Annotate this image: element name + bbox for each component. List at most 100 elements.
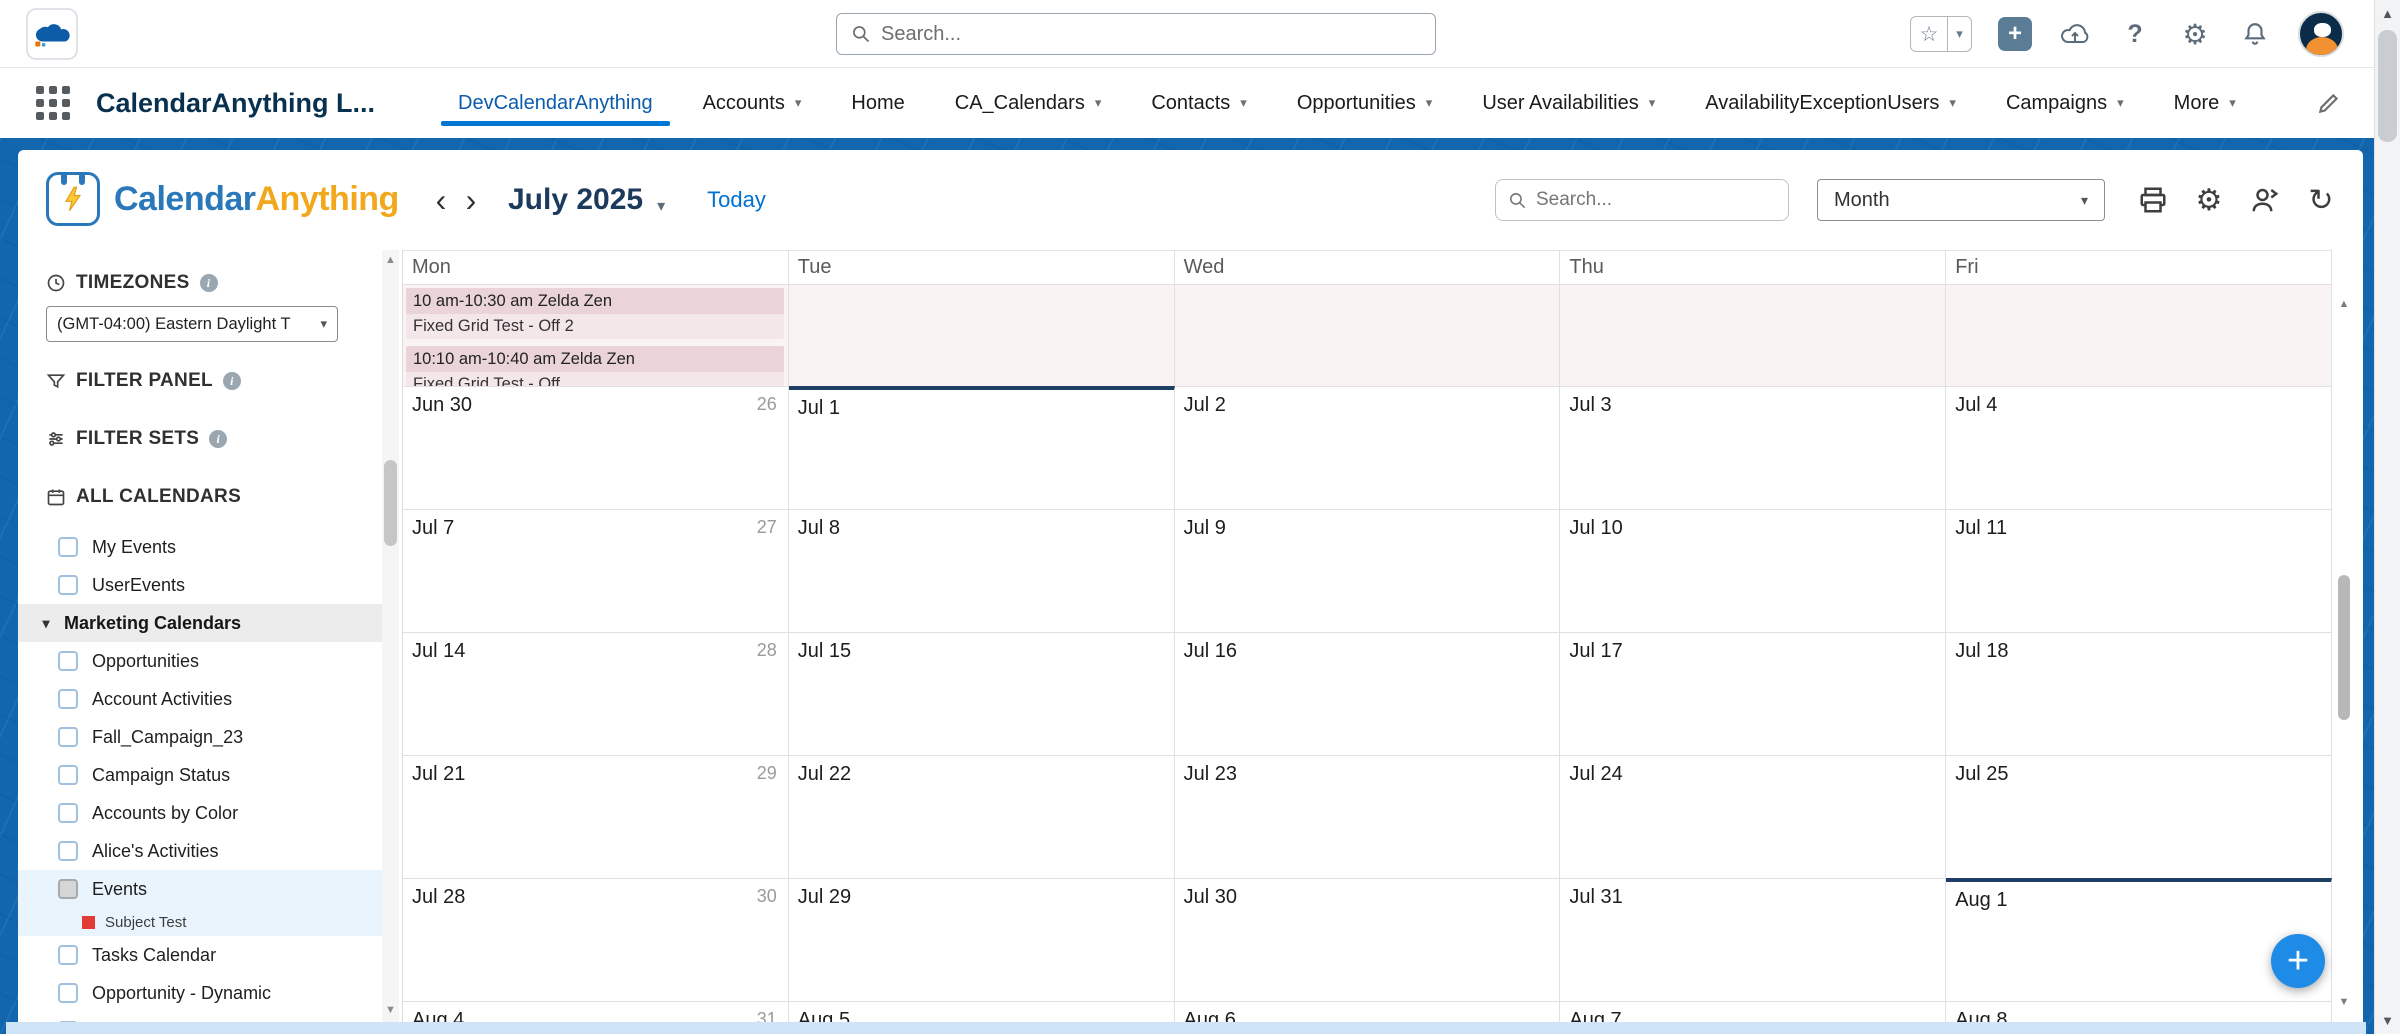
- day-cell[interactable]: Aug 6: [1175, 1001, 1561, 1022]
- upload-cloud-icon[interactable]: [2058, 17, 2092, 51]
- filter-panel-header[interactable]: FILTER PANEL i: [18, 364, 396, 398]
- tab-contacts[interactable]: Contacts▾: [1126, 68, 1271, 138]
- day-cell[interactable]: Jul 2830: [403, 878, 789, 1001]
- edit-nav-pencil-icon[interactable]: [2316, 68, 2342, 138]
- checkbox[interactable]: [58, 727, 78, 747]
- chevron-down-icon[interactable]: ▾: [1949, 95, 1956, 111]
- calendar-item-opportunity-dynamic[interactable]: Opportunity - Dynamic: [18, 974, 396, 1012]
- calendar-scrollbar[interactable]: ▲ ▼: [2336, 298, 2352, 1008]
- info-icon[interactable]: i: [209, 430, 227, 448]
- browser-scrollbar-thumb[interactable]: [2378, 30, 2397, 142]
- calendar-item-events[interactable]: Events: [18, 870, 396, 908]
- checkbox[interactable]: [58, 803, 78, 823]
- checkbox[interactable]: [58, 841, 78, 861]
- day-cell[interactable]: Jun 3026: [403, 386, 789, 509]
- day-cell[interactable]: Jul 3: [1560, 386, 1946, 509]
- day-cell[interactable]: Jul 2: [1175, 386, 1561, 509]
- checkbox[interactable]: [58, 537, 78, 557]
- day-cell[interactable]: Jul 15: [789, 632, 1175, 755]
- chevron-down-icon[interactable]: ▾: [795, 95, 802, 111]
- day-cell[interactable]: Aug 431: [403, 1001, 789, 1022]
- checkbox[interactable]: [58, 651, 78, 671]
- scroll-down-arrow-icon[interactable]: ▼: [2336, 996, 2352, 1008]
- calendar-scrollbar-thumb[interactable]: [2338, 575, 2350, 720]
- scroll-down-arrow-icon[interactable]: ▼: [382, 1004, 399, 1016]
- day-cell[interactable]: Jul 17: [1560, 632, 1946, 755]
- calendar-item-userevents[interactable]: UserEvents: [18, 566, 396, 604]
- info-icon[interactable]: i: [200, 274, 218, 292]
- filter-sets-header[interactable]: FILTER SETS i: [18, 422, 396, 456]
- setup-gear-icon[interactable]: ⚙: [2178, 17, 2212, 51]
- day-cell[interactable]: Jul 31: [1560, 878, 1946, 1001]
- app-launcher-waffle-icon[interactable]: [36, 86, 70, 120]
- tab-home[interactable]: Home: [826, 68, 929, 138]
- calendar-group-marketing-calendars[interactable]: ▾Marketing Calendars: [18, 604, 396, 642]
- tab-campaigns[interactable]: Campaigns▾: [1981, 68, 2149, 138]
- day-cell[interactable]: Jul 8: [789, 509, 1175, 632]
- next-month-button[interactable]: ›: [456, 185, 486, 215]
- day-cell[interactable]: Aug 8: [1946, 1001, 2332, 1022]
- checkbox[interactable]: [58, 689, 78, 709]
- all-calendars-header[interactable]: ALL CALENDARS: [18, 480, 396, 514]
- tab-accounts[interactable]: Accounts▾: [678, 68, 827, 138]
- calendar-item-account-activities[interactable]: Account Activities: [18, 680, 396, 718]
- current-month-label[interactable]: July 2025: [508, 183, 643, 217]
- calendar-item-my-events[interactable]: My Events: [18, 528, 396, 566]
- chevron-down-icon[interactable]: ▾: [1649, 95, 1656, 111]
- day-cell[interactable]: Aug 7: [1560, 1001, 1946, 1022]
- calendar-search[interactable]: [1495, 179, 1789, 221]
- day-cell[interactable]: Jul 10: [1560, 509, 1946, 632]
- calendar-item-alices-activities[interactable]: Alice's Activities: [18, 832, 396, 870]
- salesforce-logo[interactable]: [26, 8, 78, 60]
- day-cell-month-start[interactable]: Aug 1: [1946, 878, 2332, 1001]
- day-cell[interactable]: Jul 727: [403, 509, 789, 632]
- tab-user-availabilities[interactable]: User Availabilities▾: [1457, 68, 1680, 138]
- chevron-down-icon[interactable]: ▾: [2117, 95, 2124, 111]
- scroll-down-arrow-icon[interactable]: ▼: [2375, 1013, 2400, 1028]
- day-cell[interactable]: Jul 9: [1175, 509, 1561, 632]
- checkbox-partial[interactable]: [58, 879, 78, 899]
- chevron-down-icon[interactable]: ▾: [1240, 95, 1247, 111]
- scroll-up-arrow-icon[interactable]: ▲: [2336, 298, 2352, 310]
- calendar-search-input[interactable]: [1536, 189, 1776, 211]
- day-cell[interactable]: Jul 29: [789, 878, 1175, 1001]
- global-search[interactable]: [836, 13, 1436, 55]
- chevron-down-icon[interactable]: ▾: [2229, 95, 2236, 111]
- day-cell[interactable]: Jul 4: [1946, 386, 2332, 509]
- calendar-event[interactable]: 10 am-10:30 am Zelda Zen Fixed Grid Test…: [406, 288, 784, 339]
- day-cell[interactable]: Jul 16: [1175, 632, 1561, 755]
- refresh-icon[interactable]: ↻: [2303, 182, 2339, 218]
- global-search-input[interactable]: [881, 23, 1421, 46]
- print-icon[interactable]: [2135, 182, 2171, 218]
- today-button[interactable]: Today: [707, 187, 766, 213]
- browser-scrollbar[interactable]: ▲ ▼: [2374, 0, 2400, 1034]
- settings-gear-icon[interactable]: ⚙: [2191, 182, 2227, 218]
- scroll-up-arrow-icon[interactable]: ▲: [382, 254, 399, 266]
- share-user-icon[interactable]: [2247, 182, 2283, 218]
- checkbox[interactable]: [58, 575, 78, 595]
- user-avatar[interactable]: [2298, 11, 2344, 57]
- calendar-item-opportunities[interactable]: Opportunities: [18, 642, 396, 680]
- day-cell[interactable]: Aug 5: [789, 1001, 1175, 1022]
- favorites-star-icon[interactable]: ☆: [1911, 22, 1947, 47]
- help-icon[interactable]: ?: [2118, 17, 2152, 51]
- prev-month-button[interactable]: ‹: [426, 185, 456, 215]
- tab-more[interactable]: More▾: [2149, 68, 2261, 138]
- tab-ca-calendars[interactable]: CA_Calendars▾: [930, 68, 1127, 138]
- calendar-item-campaign-status[interactable]: Campaign Status: [18, 756, 396, 794]
- sidebar-scrollbar-thumb[interactable]: [384, 460, 397, 546]
- day-cell[interactable]: Jul 1428: [403, 632, 789, 755]
- month-caret-icon[interactable]: ▾: [657, 196, 665, 216]
- timezone-select[interactable]: (GMT-04:00) Eastern Daylight T ▾: [46, 306, 338, 342]
- calendar-item-partial[interactable]: [18, 1012, 396, 1022]
- day-cell[interactable]: Jul 2129: [403, 755, 789, 878]
- caret-down-icon[interactable]: ▾: [38, 615, 54, 632]
- tab-devcalendaranything[interactable]: DevCalendarAnything: [433, 68, 678, 138]
- favorites-caret-icon[interactable]: ▾: [1947, 17, 1971, 51]
- sidebar-scrollbar[interactable]: ▲ ▼: [382, 250, 399, 1022]
- favorites-control[interactable]: ☆ ▾: [1910, 16, 1972, 52]
- view-mode-select[interactable]: Month ▾: [1817, 179, 2105, 221]
- add-event-fab[interactable]: +: [2271, 934, 2325, 988]
- tab-availabilityexceptionusers[interactable]: AvailabilityExceptionUsers▾: [1680, 68, 1981, 138]
- notifications-bell-icon[interactable]: [2238, 17, 2272, 51]
